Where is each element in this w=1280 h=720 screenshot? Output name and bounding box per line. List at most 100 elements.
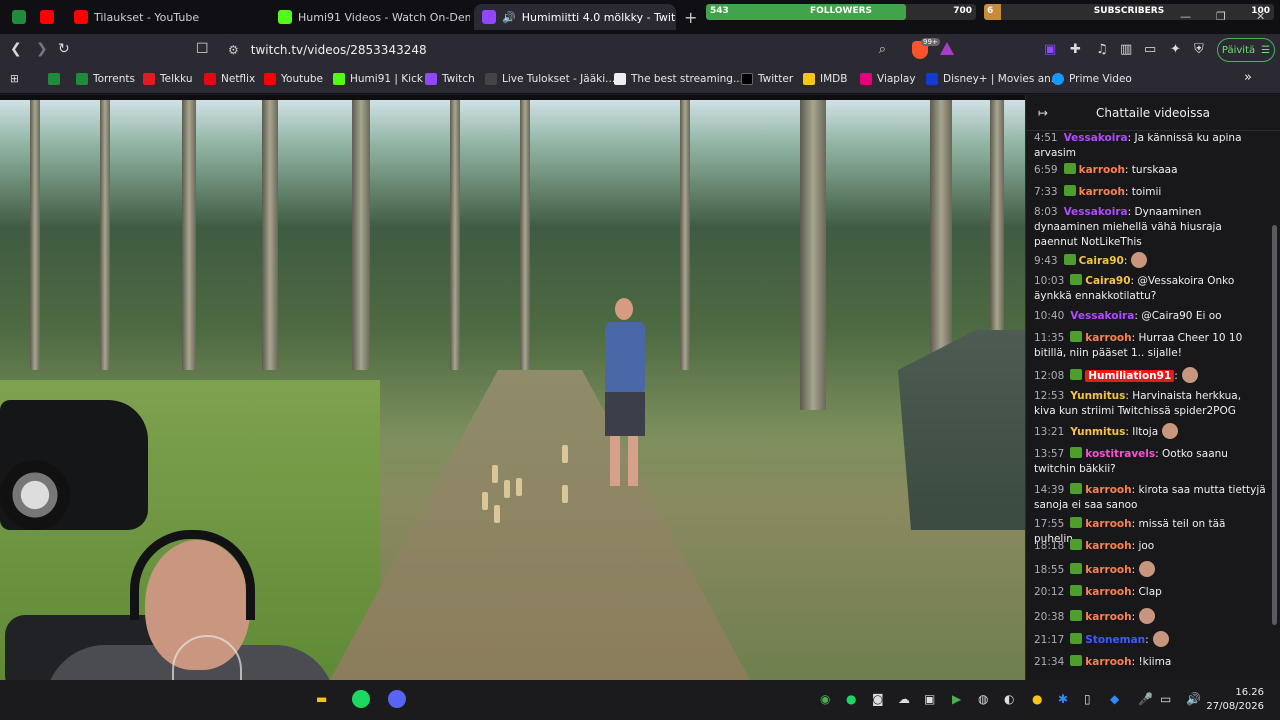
bookmark-telkku[interactable]: Telkku [143, 73, 193, 85]
chat-username[interactable]: karrooh [1085, 586, 1131, 598]
chat-username[interactable]: Stoneman [1085, 634, 1145, 646]
bookmark-youtube[interactable]: Youtube [264, 73, 323, 85]
tab-pinned-2[interactable] [32, 4, 60, 30]
update-button[interactable]: Päivitä ☰ [1217, 38, 1275, 62]
more-bookmarks-icon[interactable]: » [1244, 70, 1252, 85]
chat-username[interactable]: Caira90 [1079, 255, 1124, 267]
chat-username[interactable]: karrooh [1085, 484, 1131, 496]
zoom-icon[interactable]: ⌕ [879, 42, 886, 57]
chat-timestamp[interactable]: 14:39 [1034, 484, 1064, 496]
tray-play-icon[interactable]: ▶ [952, 692, 961, 706]
chat-username[interactable]: karrooh [1085, 656, 1131, 668]
back-icon[interactable]: ❮ [10, 41, 22, 57]
forward-icon[interactable]: ❯ [36, 41, 48, 57]
tray-obs-icon[interactable]: ◍ [978, 692, 988, 706]
brave-rewards-icon[interactable] [940, 42, 954, 55]
chat-timestamp[interactable]: 18:55 [1034, 564, 1064, 576]
collapse-chat-icon[interactable]: ↦ [1038, 106, 1048, 120]
bookmark-streaming[interactable]: The best streaming... [614, 73, 743, 85]
url-text[interactable]: twitch.tv/videos/2853343248 [251, 43, 427, 57]
bookmark-viaplay[interactable]: Viaplay [860, 73, 916, 85]
chat-username[interactable]: Vessakoira [1064, 206, 1128, 218]
tab-twitch-active[interactable]: 🔊Humimiitti 4.0 mölkky - Twitch✕ [474, 4, 676, 30]
bluetooth-icon[interactable]: ✱ [1058, 692, 1068, 706]
chat-timestamp[interactable]: 20:12 [1034, 586, 1064, 598]
chat-timestamp[interactable]: 12:08 [1034, 370, 1064, 382]
tray-app-icon[interactable]: ◉ [820, 692, 830, 706]
chat-username[interactable]: Caira90 [1085, 275, 1130, 287]
bookmark-torrents[interactable]: Torrents [76, 73, 135, 85]
chat-timestamp[interactable]: 13:21 [1034, 426, 1064, 438]
chat-timestamp[interactable]: 8:03 [1034, 206, 1058, 218]
close-window-icon[interactable]: ✕ [1256, 10, 1265, 23]
clock[interactable]: 16.26 27/08/2026 [1206, 686, 1264, 714]
tray-spotify-icon[interactable]: ● [846, 692, 856, 706]
bookmark-imdb[interactable]: IMDB [803, 73, 847, 85]
extensions-puzzle-icon[interactable]: ✚ [1070, 42, 1081, 57]
sidebar-icon[interactable]: ▥ [1120, 42, 1132, 57]
video-player[interactable] [0, 100, 1025, 680]
bookmark-live-tulokset[interactable]: Live Tulokset - Jääki... [485, 73, 615, 85]
chat-scrollbar[interactable] [1272, 225, 1277, 625]
chat-timestamp[interactable]: 12:53 [1034, 390, 1064, 402]
chat-username[interactable]: Yunmitus [1070, 390, 1125, 402]
bookmark-r[interactable] [48, 73, 60, 85]
tray-app6-icon[interactable]: ◆ [1110, 692, 1119, 706]
tray-cloud-icon[interactable]: ☁ [898, 692, 910, 706]
chat-timestamp[interactable]: 6:59 [1034, 164, 1058, 176]
chat-username[interactable]: Vessakoira [1064, 132, 1128, 144]
chat-timestamp[interactable]: 21:17 [1034, 634, 1064, 646]
speaker-icon[interactable]: 🔊 [1186, 692, 1201, 706]
chat-username[interactable]: Vessakoira [1070, 310, 1134, 322]
bookmark-kick[interactable]: Humi91 | Kick [333, 73, 423, 85]
bookmark-twitch[interactable]: Twitch [425, 73, 475, 85]
site-settings-icon[interactable]: ⚙ [228, 43, 239, 57]
tray-discord-icon[interactable]: ◙ [872, 692, 884, 706]
bookmark-disney[interactable]: Disney+ | Movies an... [926, 73, 1061, 85]
chat-timestamp[interactable]: 20:38 [1034, 611, 1064, 623]
chat-timestamp[interactable]: 9:43 [1034, 255, 1058, 267]
new-tab-button[interactable]: + [684, 8, 697, 27]
chat-timestamp[interactable]: 7:33 [1034, 186, 1058, 198]
chat-username[interactable]: karrooh [1079, 186, 1125, 198]
reload-icon[interactable]: ↻ [58, 41, 70, 57]
apps-grid-icon[interactable]: ⊞ [10, 73, 19, 85]
chat-username[interactable]: karrooh [1085, 518, 1131, 530]
chat-username[interactable]: karrooh [1085, 540, 1131, 552]
chat-username[interactable]: kostitravels [1085, 448, 1155, 460]
chat-timestamp[interactable]: 10:03 [1034, 275, 1064, 287]
extension-twitch-icon[interactable]: ▣ [1044, 42, 1056, 57]
spotify-icon[interactable] [352, 690, 370, 708]
chat-username[interactable]: Yunmitus [1070, 426, 1125, 438]
bookmark-netflix[interactable]: Netflix [204, 73, 255, 85]
chat-timestamp[interactable]: 17:55 [1034, 518, 1064, 530]
tab-youtube[interactable]: Tilaukset - YouTube [66, 4, 266, 30]
tray-app3-icon[interactable]: ◐ [1004, 692, 1014, 706]
tray-app5-icon[interactable]: ▯ [1084, 692, 1091, 706]
bookmark-prime[interactable]: Prime Video [1052, 73, 1132, 85]
tab-pinned-1[interactable] [4, 4, 32, 30]
media-icon[interactable]: ♫ [1096, 42, 1108, 57]
chat-timestamp[interactable]: 18:18 [1034, 540, 1064, 552]
tab-kick[interactable]: Humi91 Videos - Watch On-Demand [270, 4, 470, 30]
address-bar[interactable]: ⚙ twitch.tv/videos/2853343248 ⌕ [222, 37, 966, 63]
file-explorer-icon[interactable]: ▬ [316, 692, 327, 706]
maximize-icon[interactable]: ❐ [1216, 10, 1226, 23]
tray-app2-icon[interactable]: ▣ [924, 692, 935, 706]
chat-username[interactable]: karrooh [1079, 164, 1125, 176]
bookmark-twitter[interactable]: Twitter [741, 73, 793, 85]
vpn-icon[interactable]: ⛨ [1194, 42, 1204, 57]
discord-icon[interactable] [388, 690, 406, 708]
bookmark-icon[interactable]: ☐ [196, 41, 209, 57]
chat-timestamp[interactable]: 4:51 [1034, 132, 1058, 144]
chat-username[interactable]: karrooh [1085, 564, 1131, 576]
tray-app4-icon[interactable]: ● [1032, 692, 1042, 706]
chat-timestamp[interactable]: 10:40 [1034, 310, 1064, 322]
wallet-icon[interactable]: ▭ [1144, 42, 1156, 57]
chat-timestamp[interactable]: 11:35 [1034, 332, 1064, 344]
minimize-icon[interactable]: — [1180, 10, 1191, 23]
chat-username[interactable]: Humiliation91 [1085, 370, 1175, 382]
chat-timestamp[interactable]: 21:34 [1034, 656, 1064, 668]
chat-timestamp[interactable]: 13:57 [1034, 448, 1064, 460]
chat-username[interactable]: karrooh [1085, 332, 1131, 344]
